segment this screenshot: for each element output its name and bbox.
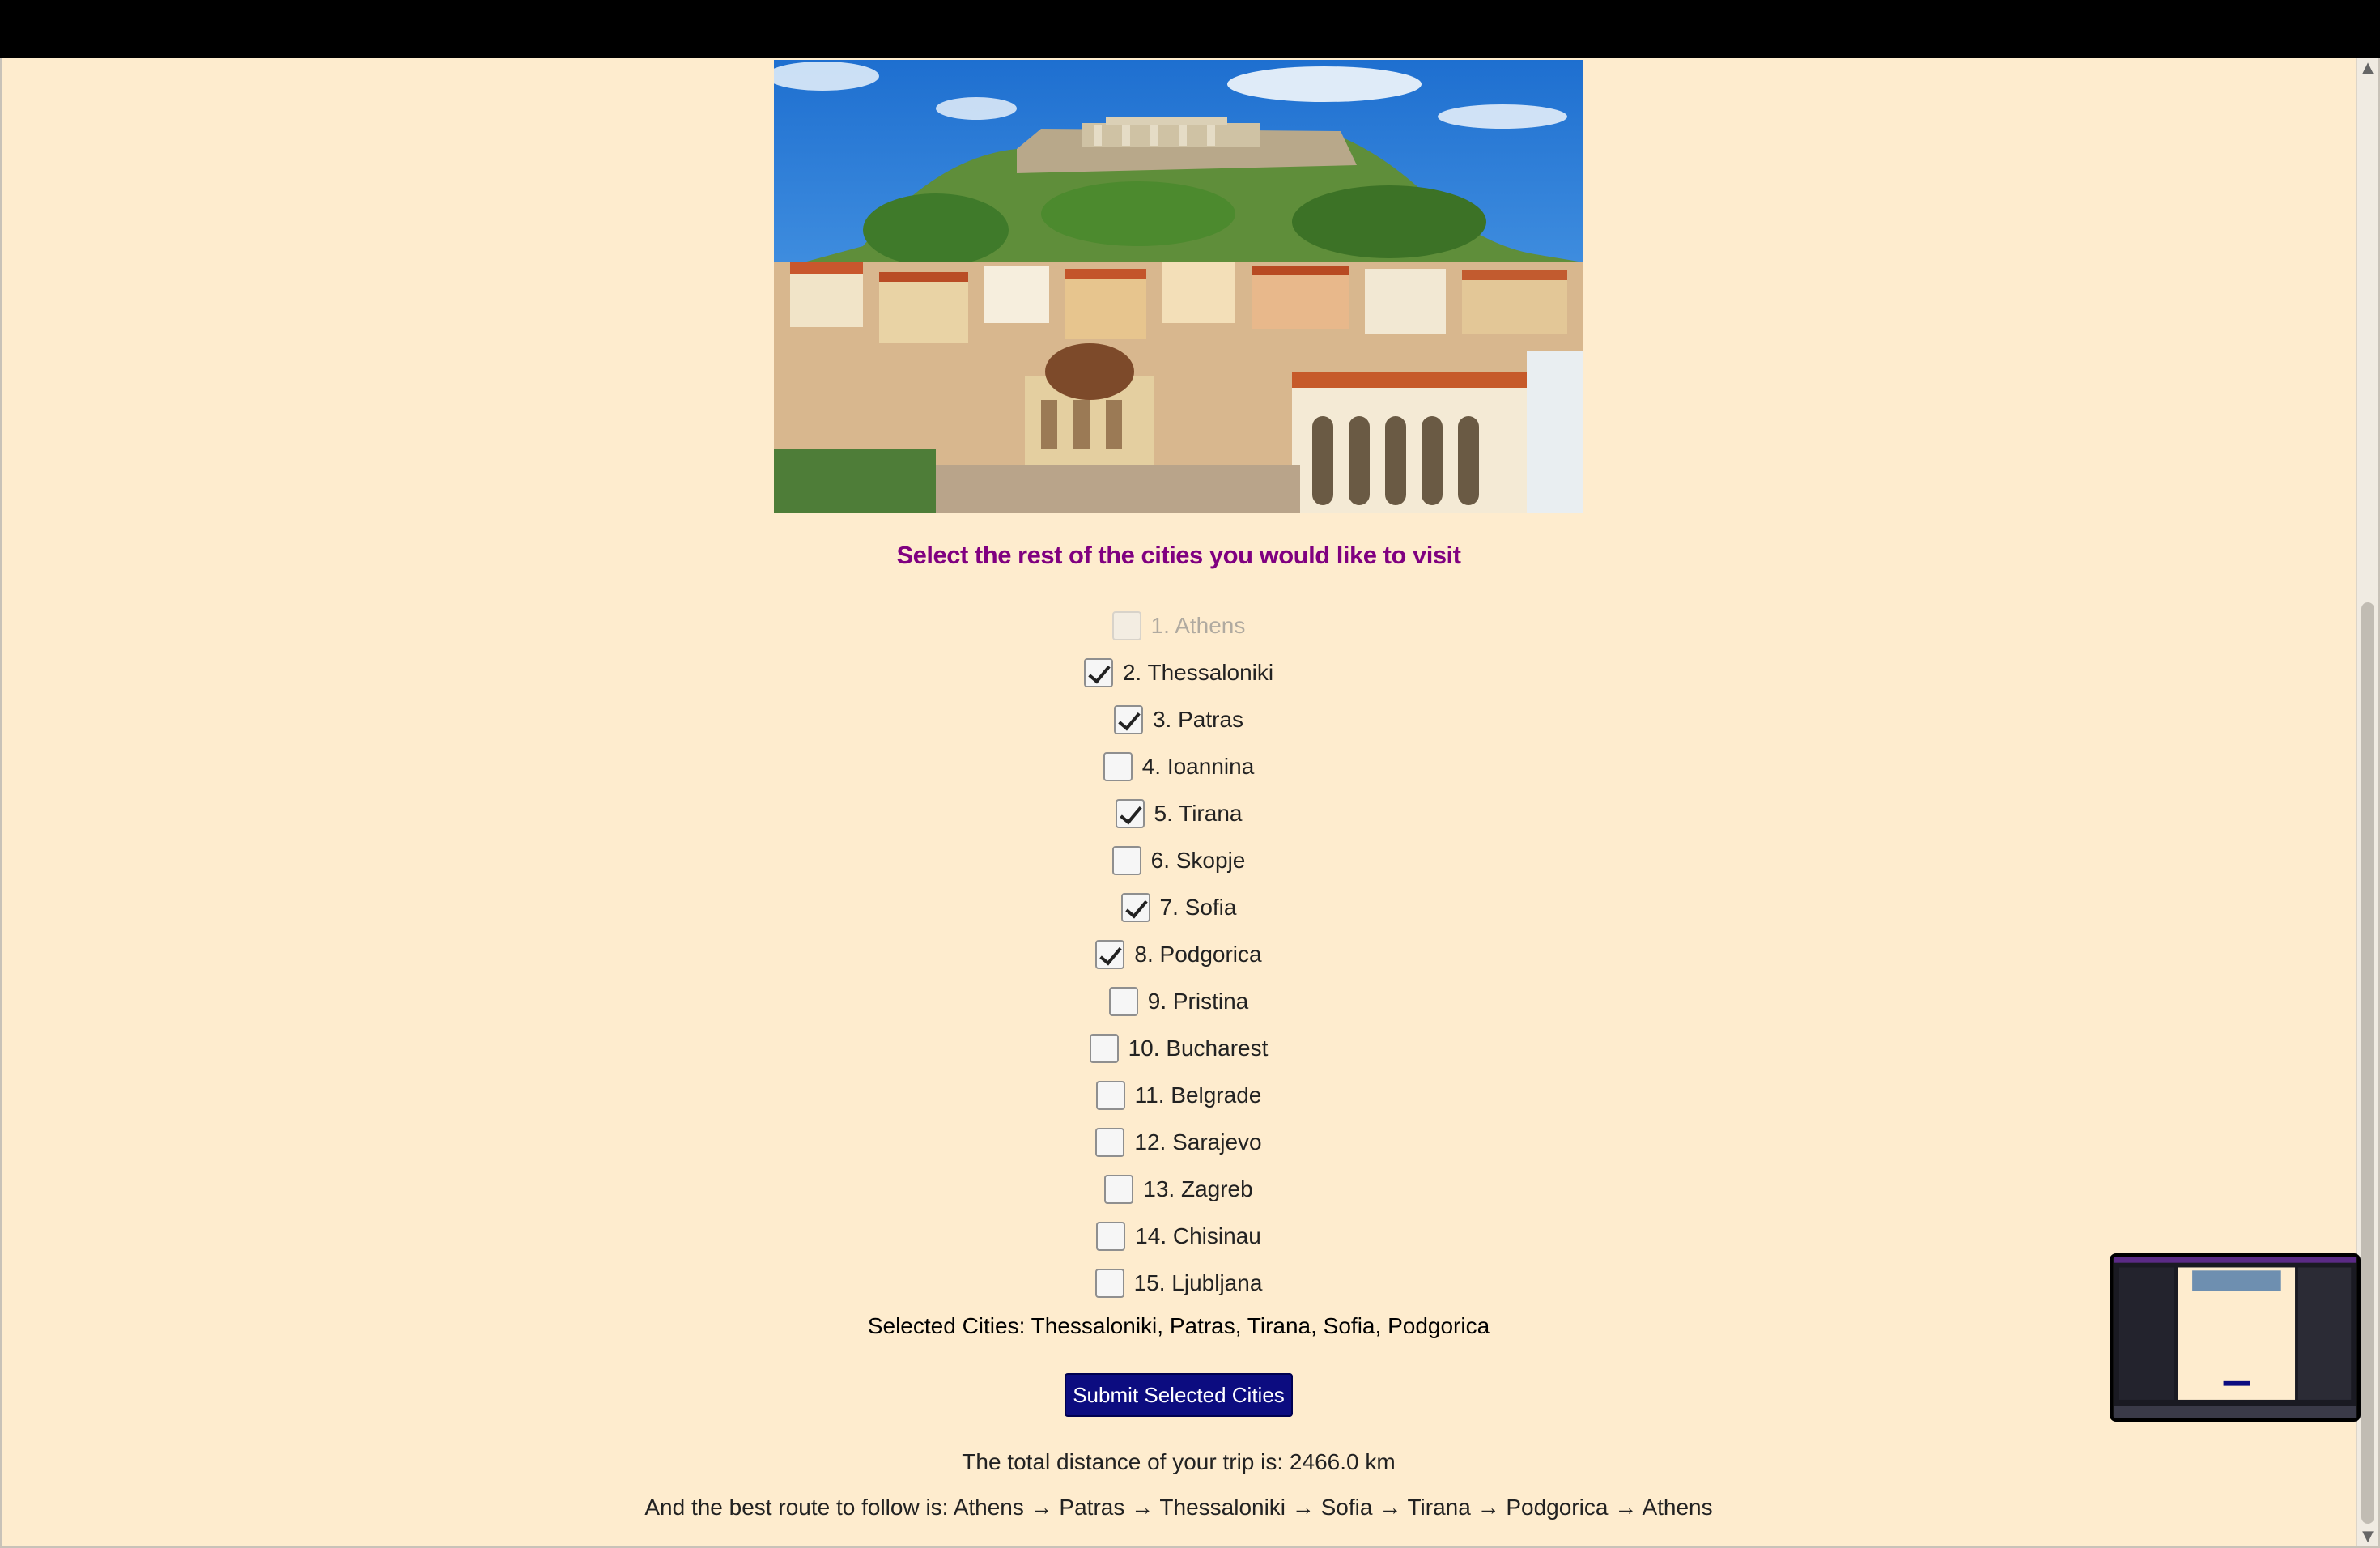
city-checkbox <box>1111 611 1141 640</box>
city-option[interactable]: 12. Sarajevo <box>0 1119 2357 1166</box>
total-distance-text: The total distance of your trip is: 2466… <box>962 1449 1396 1474</box>
city-label: 12. Sarajevo <box>1134 1129 1262 1155</box>
chevron-up-icon[interactable]: ▲ <box>2360 60 2376 76</box>
window-preview-thumbnail[interactable] <box>2110 1253 2361 1422</box>
city-label: 9. Pristina <box>1147 989 1249 1014</box>
city-option[interactable]: 11. Belgrade <box>0 1072 2357 1119</box>
best-route-text: And the best route to follow is: Athens … <box>644 1495 1713 1520</box>
city-checkbox[interactable] <box>1103 752 1133 781</box>
city-option[interactable]: 2. Thessaloniki <box>0 649 2357 696</box>
city-checkbox[interactable] <box>1104 1175 1134 1204</box>
city-label: 10. Bucharest <box>1128 1036 1269 1061</box>
city-option-inner: 12. Sarajevo <box>1095 1128 1262 1157</box>
city-label: 4. Ioannina <box>1141 754 1255 779</box>
city-option-inner: 5. Tirana <box>1115 799 1243 828</box>
chevron-down-icon[interactable]: ▼ <box>2360 1529 2376 1545</box>
city-checkbox[interactable] <box>1083 658 1113 687</box>
city-label: 8. Podgorica <box>1134 942 1262 967</box>
city-option[interactable]: 15. Ljubljana <box>0 1260 2357 1307</box>
city-checkbox[interactable] <box>1094 1269 1124 1298</box>
city-checkbox[interactable] <box>1115 799 1145 828</box>
city-option-inner: 2. Thessaloniki <box>1083 658 1274 687</box>
city-option-inner: 4. Ioannina <box>1103 752 1255 781</box>
city-label: 11. Belgrade <box>1134 1082 1262 1108</box>
city-option: 1. Athens <box>0 602 2357 649</box>
city-option-inner: 11. Belgrade <box>1095 1081 1262 1110</box>
city-label: 14. Chisinau <box>1135 1223 1261 1248</box>
submit-selected-cities-button[interactable]: Submit Selected Cities <box>1065 1373 1293 1417</box>
city-checkbox[interactable] <box>1095 940 1125 969</box>
city-label: 15. Ljubljana <box>1133 1270 1263 1295</box>
scrollbar-thumb[interactable] <box>2361 602 2374 1524</box>
city-label: 13. Zagreb <box>1143 1176 1253 1201</box>
page-heading: Select the rest of the cities you would … <box>896 541 1461 569</box>
city-option-inner: 10. Bucharest <box>1089 1034 1269 1063</box>
city-option[interactable]: 3. Patras <box>0 696 2357 743</box>
city-label: 7. Sofia <box>1159 895 1237 920</box>
city-checkbox[interactable] <box>1095 1081 1125 1110</box>
city-checkbox[interactable] <box>1096 1222 1126 1251</box>
city-option-inner: 3. Patras <box>1113 705 1244 734</box>
city-label: 5. Tirana <box>1154 801 1243 826</box>
city-option-inner: 8. Podgorica <box>1095 940 1262 969</box>
city-option[interactable]: 4. Ioannina <box>0 743 2357 790</box>
city-option[interactable]: 13. Zagreb <box>0 1166 2357 1213</box>
city-option-inner: 1. Athens <box>1111 611 1246 640</box>
city-option[interactable]: 6. Skopje <box>0 837 2357 884</box>
city-label: 3. Patras <box>1152 707 1244 732</box>
city-checkbox[interactable] <box>1089 1034 1119 1063</box>
city-option-inner: 14. Chisinau <box>1096 1222 1261 1251</box>
city-option-inner: 7. Sofia <box>1120 893 1237 922</box>
window-top-bar <box>0 0 2380 58</box>
hero-image <box>774 60 1583 513</box>
city-checkbox-list: 1. Athens 2. Thessaloniki 3. Patras 4. Ioan… <box>0 602 2357 1307</box>
city-label: 6. Skopje <box>1150 848 1246 873</box>
city-option[interactable]: 8. Podgorica <box>0 931 2357 978</box>
city-option[interactable]: 10. Bucharest <box>0 1025 2357 1072</box>
city-option[interactable]: 5. Tirana <box>0 790 2357 837</box>
city-option-inner: 15. Ljubljana <box>1094 1269 1263 1298</box>
city-option-inner: 13. Zagreb <box>1104 1175 1253 1204</box>
city-option-inner: 6. Skopje <box>1111 846 1246 875</box>
city-checkbox[interactable] <box>1108 987 1138 1016</box>
city-label: 1. Athens <box>1150 613 1246 638</box>
city-option[interactable]: 7. Sofia <box>0 884 2357 931</box>
city-option[interactable]: 14. Chisinau <box>0 1213 2357 1260</box>
city-option[interactable]: 9. Pristina <box>0 978 2357 1025</box>
city-checkbox[interactable] <box>1120 893 1150 922</box>
city-option-inner: 9. Pristina <box>1108 987 1249 1016</box>
city-label: 2. Thessaloniki <box>1122 660 1274 685</box>
city-checkbox[interactable] <box>1095 1128 1125 1157</box>
city-checkbox[interactable] <box>1111 846 1141 875</box>
city-checkbox[interactable] <box>1113 705 1143 734</box>
selected-cities-text: Selected Cities: Thessaloniki, Patras, T… <box>867 1313 1490 1338</box>
